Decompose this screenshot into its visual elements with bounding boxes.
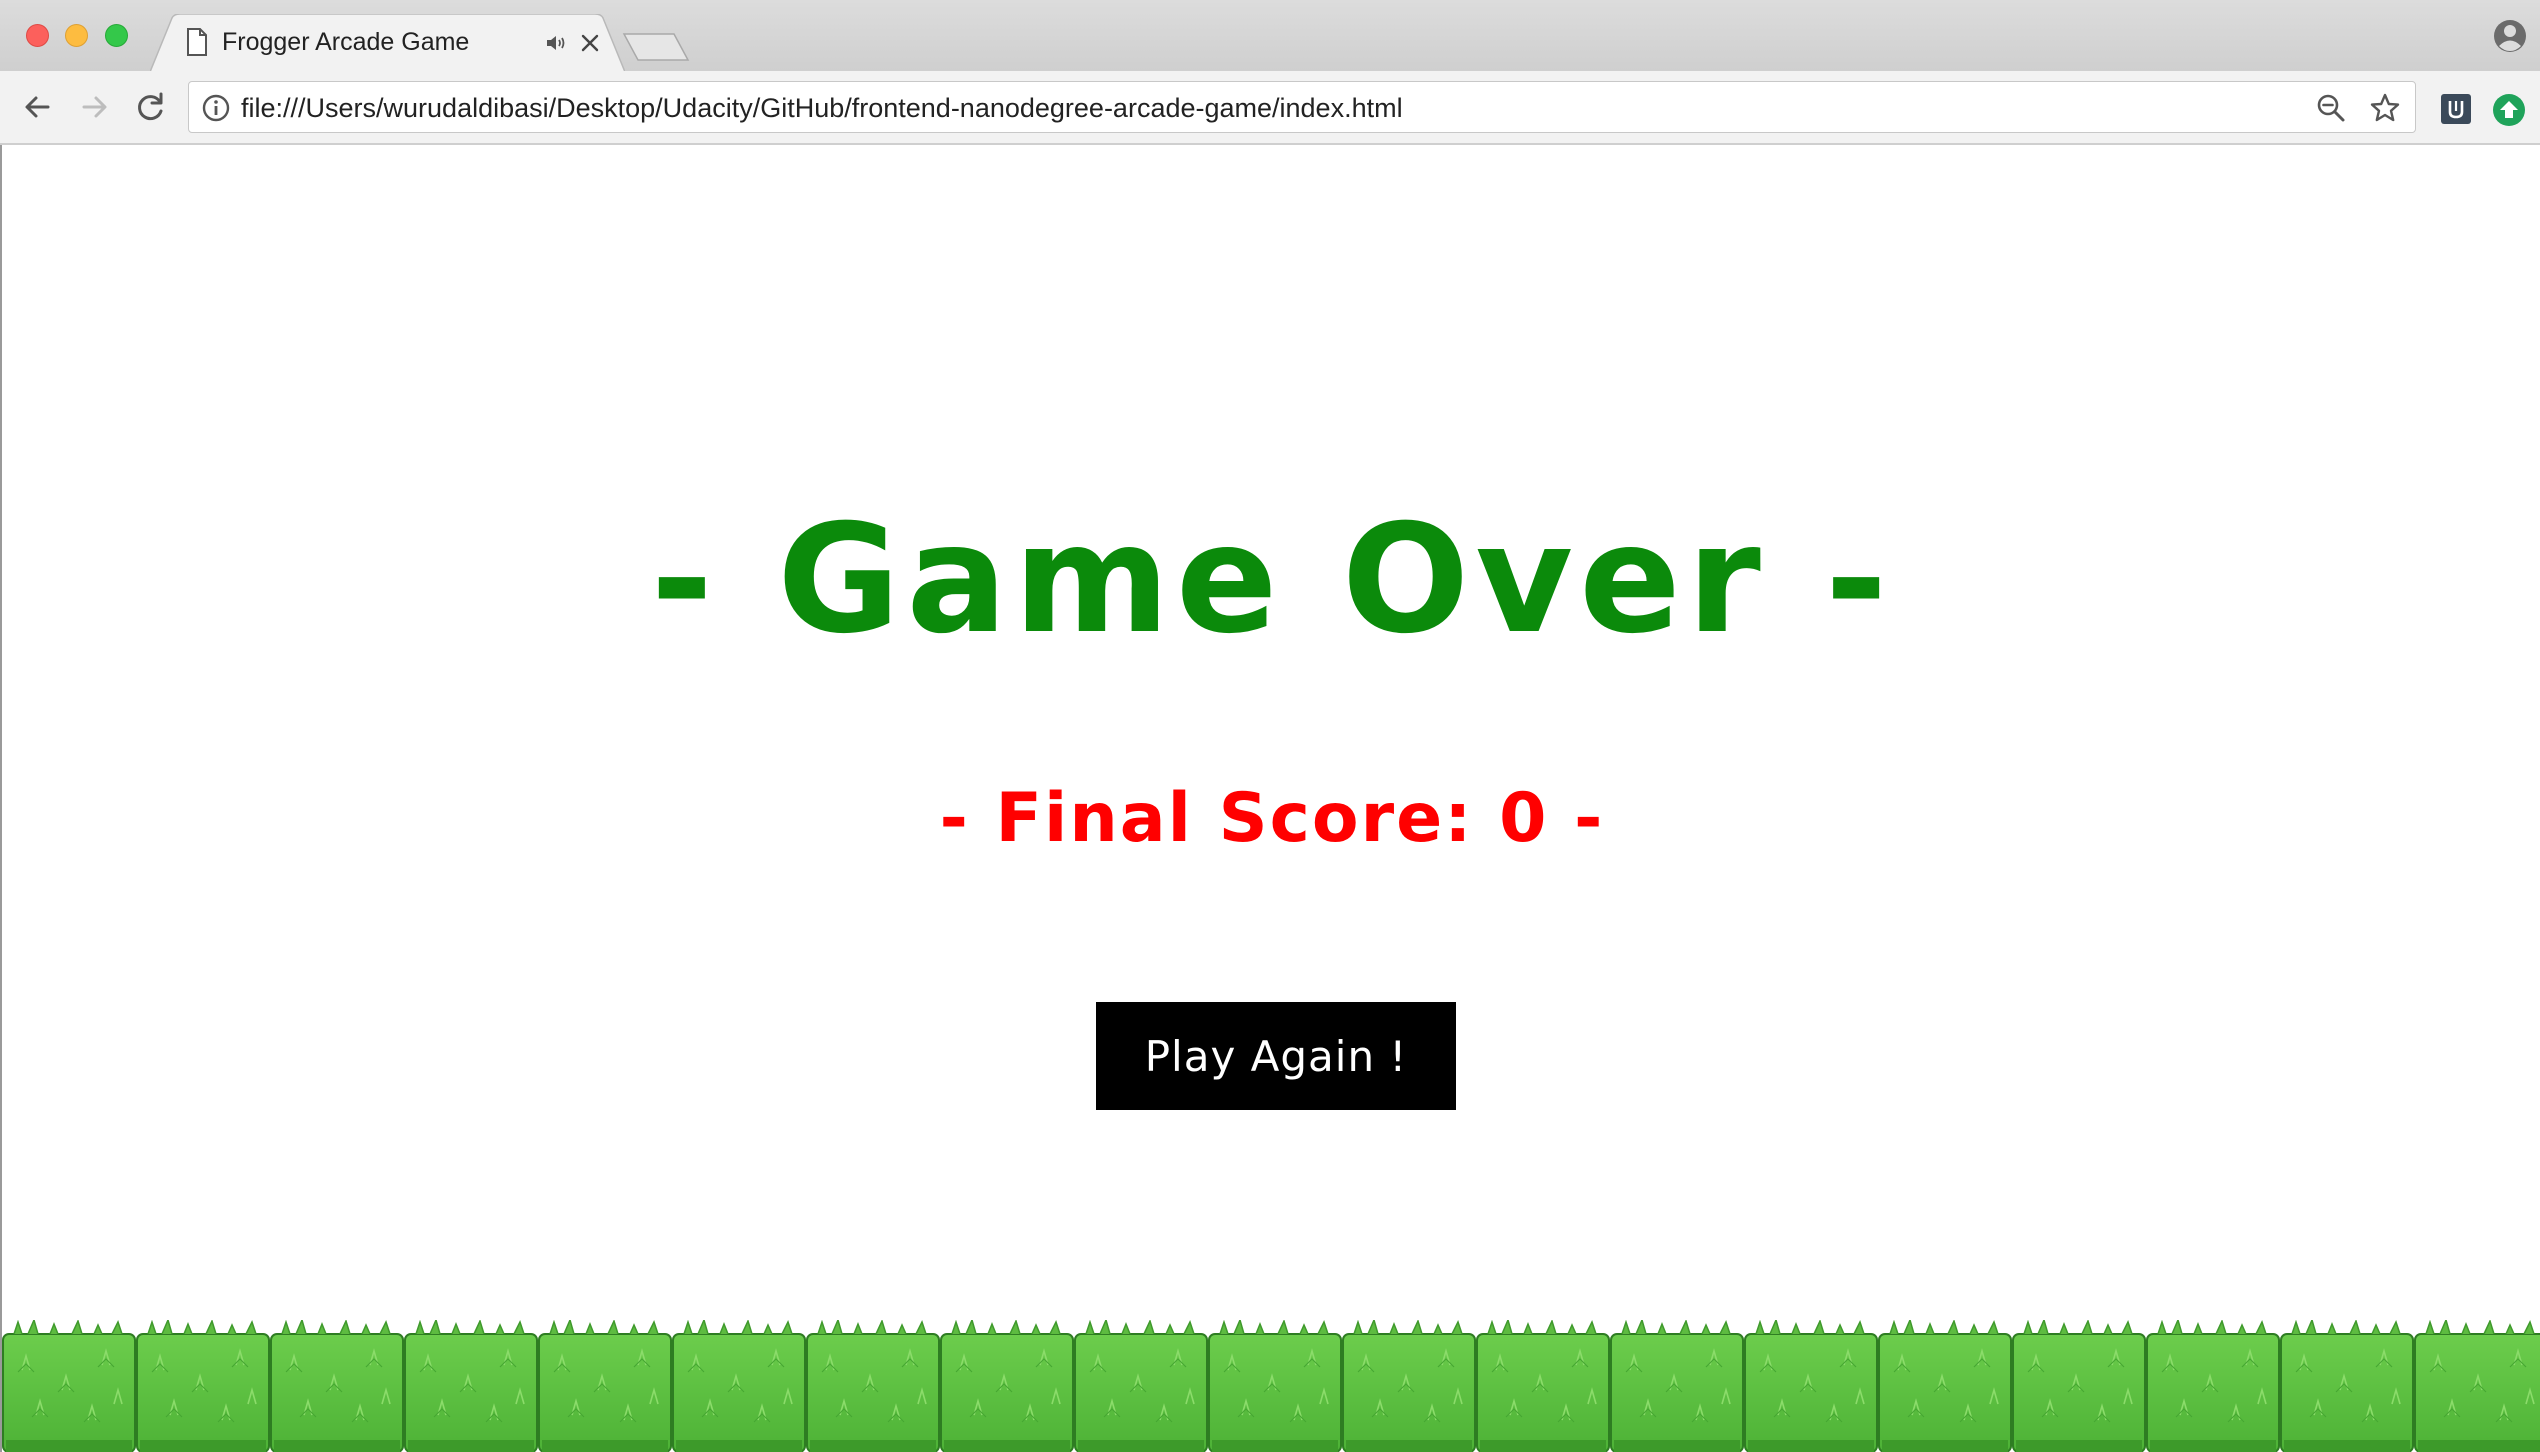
minimize-window-button[interactable] [65,24,88,47]
address-bar[interactable]: file:///Users/wurudaldibasi/Desktop/Udac… [188,81,2416,133]
play-again-button[interactable]: Play Again ! [1096,1002,1456,1110]
info-icon[interactable] [201,93,231,123]
grass-tiles [2,1320,2540,1452]
maximize-window-button[interactable] [105,24,128,47]
page-content: - Game Over - - Final Score: 0 - Play Ag… [0,145,2540,1452]
game-over-heading: - Game Over - [650,493,1894,667]
udacity-extension-icon[interactable] [2440,93,2472,125]
page-icon [187,28,207,56]
back-arrow-icon[interactable] [18,87,58,127]
forward-arrow-icon[interactable] [74,87,114,127]
speaker-icon[interactable] [544,31,568,55]
browser-toolbar: file:///Users/wurudaldibasi/Desktop/Udac… [0,71,2540,145]
reload-icon[interactable] [130,87,170,127]
green-upload-extension-icon[interactable] [2492,93,2526,127]
url-text[interactable]: file:///Users/wurudaldibasi/Desktop/Udac… [241,93,1403,124]
close-window-button[interactable] [26,24,49,47]
profile-icon[interactable] [2492,18,2528,54]
tab-strip: Frogger Arcade Game [0,0,2540,72]
zoom-out-icon[interactable] [2315,92,2347,124]
browser-window: Frogger Arcade Game file:///Users/wuruda… [0,0,2540,1452]
tab-title: Frogger Arcade Game [222,28,470,56]
close-icon[interactable] [578,31,602,55]
star-icon[interactable] [2369,92,2401,124]
new-tab-button[interactable] [620,30,692,64]
tab-frogger[interactable]: Frogger Arcade Game [150,14,625,72]
final-score-text: - Final Score: 0 - [939,779,1605,858]
